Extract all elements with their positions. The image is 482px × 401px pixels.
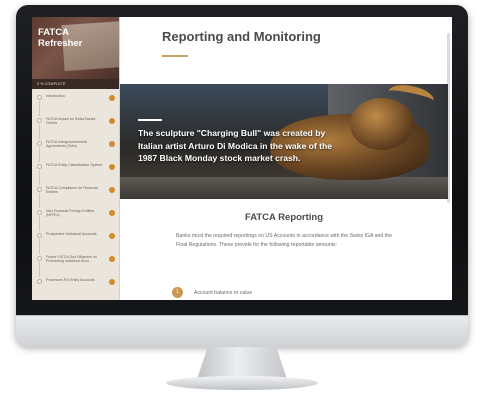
lesson-label: Future FATCA Due Diligence on Preexistin… xyxy=(46,255,97,264)
lesson-connector xyxy=(39,101,40,116)
lesson-item-entity-classification[interactable]: FATCA Entity Classification System xyxy=(32,162,119,185)
lesson-label: Introduction xyxy=(46,94,65,98)
lesson-status-icon xyxy=(109,256,115,262)
lesson-status-icon xyxy=(109,141,115,147)
lesson-list: Introduction FATCA Impact on Swiss Banks… xyxy=(32,89,119,300)
lesson-status-icon xyxy=(109,279,115,285)
bull-head xyxy=(350,98,414,150)
course-sidebar: FATCA Refresher 0 % COMPLETE Introductio… xyxy=(32,17,120,300)
lesson-status-icon xyxy=(109,233,115,239)
street xyxy=(120,177,448,199)
caption-rule xyxy=(138,119,162,121)
section-title: FATCA Reporting xyxy=(244,212,324,223)
course-header-image: FATCA Refresher xyxy=(32,17,119,79)
lesson-connector xyxy=(39,262,40,277)
lesson-label: Prospective Individual Accounts xyxy=(46,232,97,236)
lesson-item-entity-accounts[interactable]: Processes For Entity Accounts xyxy=(32,277,119,300)
lesson-label: Processes For Entity Accounts xyxy=(46,278,95,282)
lesson-label: FATCA Impact on Swiss Banks' Clients xyxy=(46,117,96,126)
lesson-label: FATCA Entity Classification System xyxy=(46,163,103,167)
desktop-monitor-scene: FATCA Refresher 0 % COMPLETE Introductio… xyxy=(0,0,482,401)
lesson-item-prospective-accounts[interactable]: Prospective Individual Accounts xyxy=(32,231,119,254)
lesson-label: FATCA Intergovernmental Agreements (IGAs… xyxy=(46,140,88,149)
course-title: FATCA Refresher xyxy=(38,27,82,49)
course-title-line2: Refresher xyxy=(38,38,83,49)
lesson-item-fatca-impact[interactable]: FATCA Impact on Swiss Banks' Clients xyxy=(32,116,119,139)
section-body: Banks must the required reportings on US… xyxy=(176,233,392,248)
lesson-connector xyxy=(39,239,40,254)
screen: FATCA Refresher 0 % COMPLETE Introductio… xyxy=(32,17,452,300)
lesson-status-icon xyxy=(109,95,115,101)
monitor-stand-base xyxy=(166,376,318,390)
lesson-status-icon xyxy=(109,164,115,170)
lesson-item-igas[interactable]: FATCA Intergovernmental Agreements (IGAs… xyxy=(32,139,119,162)
lesson-status-icon xyxy=(109,210,115,216)
title-underline xyxy=(162,55,188,57)
lesson-connector xyxy=(39,216,40,231)
monitor-chin xyxy=(16,315,468,347)
lesson-title: Reporting and Monitoring xyxy=(162,29,321,44)
hero-caption: The sculpture "Charging Bull" was create… xyxy=(138,128,333,163)
lesson-connector xyxy=(39,124,40,139)
lesson-status-icon xyxy=(109,187,115,193)
monitor-stand-neck xyxy=(197,347,287,379)
lesson-status-icon xyxy=(109,118,115,124)
list-item-text: Account balance or value xyxy=(194,290,253,296)
charging-bull-image: The sculpture "Charging Bull" was create… xyxy=(120,84,448,199)
list-number-badge: 1 xyxy=(172,287,183,298)
lesson-item-introduction[interactable]: Introduction xyxy=(32,93,119,116)
course-title-line1: FATCA xyxy=(38,27,69,38)
lesson-connector xyxy=(39,170,40,185)
lesson-item-compliance[interactable]: FATCA Compliance for Financial Entities xyxy=(32,185,119,208)
lesson-content: Reporting and Monitoring The sculpture "… xyxy=(120,17,452,300)
lesson-connector xyxy=(39,193,40,208)
lesson-connector xyxy=(39,147,40,162)
lesson-label: FATCA Compliance for Financial Entities xyxy=(46,186,98,195)
lesson-item-nffes[interactable]: Non-Financial Foreign Entities (NFFEs) xyxy=(32,208,119,231)
lesson-label: Non-Financial Foreign Entities (NFFEs) xyxy=(46,209,95,218)
course-progress-label: 0 % COMPLETE xyxy=(32,79,119,89)
lesson-item-due-diligence[interactable]: Future FATCA Due Diligence on Preexistin… xyxy=(32,254,119,277)
